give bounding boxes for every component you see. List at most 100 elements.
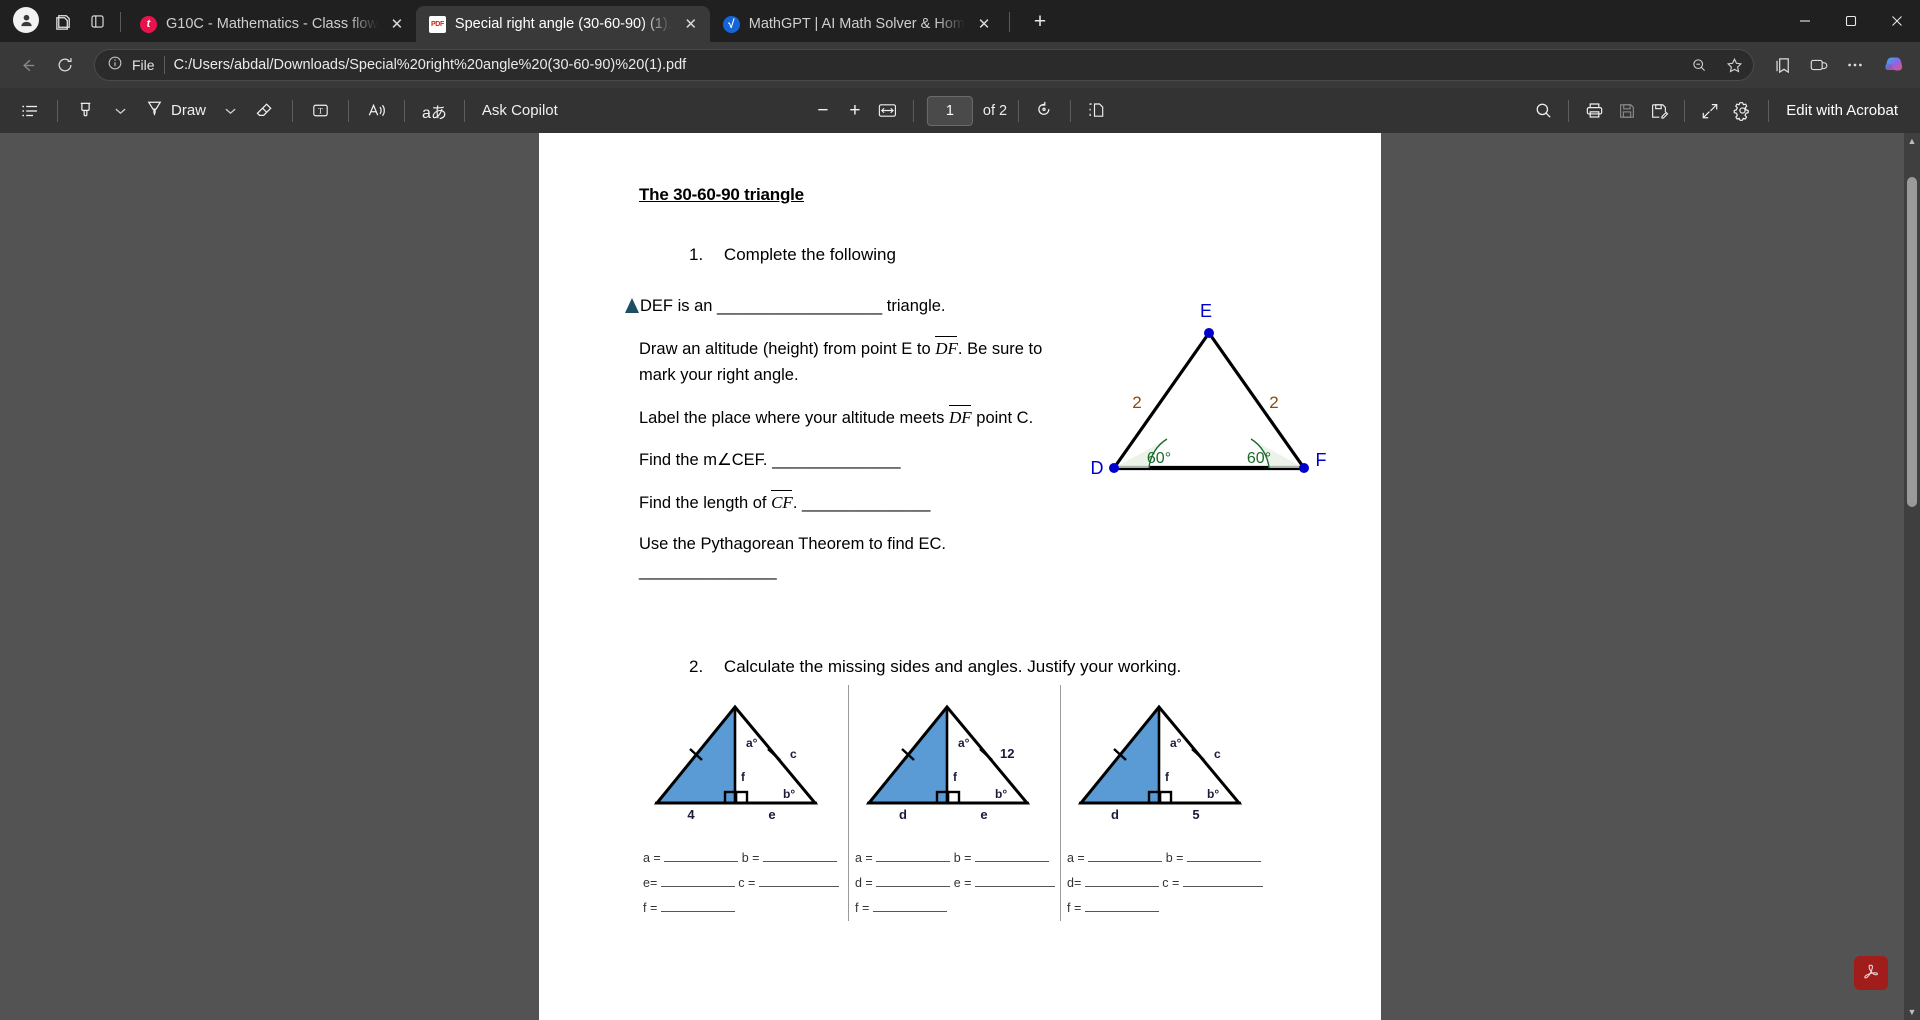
minimize-button[interactable] xyxy=(1782,0,1828,42)
answer-blank[interactable] xyxy=(762,860,837,862)
browser-tab-1[interactable]: PDF Special right angle (30-60-90) (1). … xyxy=(415,6,710,42)
address-url-text[interactable]: C:/Users/abdal/Downloads/Special%20right… xyxy=(174,57,1677,73)
settings-button[interactable] xyxy=(1726,95,1759,127)
maximize-button[interactable] xyxy=(1828,0,1874,42)
rotate-button[interactable] xyxy=(1028,95,1061,127)
answer-blank[interactable] xyxy=(1088,860,1163,862)
page-view-icon xyxy=(1089,103,1104,117)
refresh-button[interactable] xyxy=(48,48,82,82)
answer-row: a = b = xyxy=(643,846,848,871)
workspaces-icon-button[interactable] xyxy=(46,4,80,38)
tab-search-icon-button[interactable] xyxy=(80,4,114,38)
table-of-contents-button[interactable] xyxy=(14,95,46,127)
search-icon xyxy=(1536,103,1551,118)
acrobat-floating-badge[interactable] xyxy=(1854,956,1888,990)
highlighter-button[interactable] xyxy=(69,95,102,127)
star-icon xyxy=(1726,57,1742,72)
question-2-text: Calculate the missing sides and angles. … xyxy=(723,656,1182,676)
tab-close-button[interactable]: ✕ xyxy=(681,14,701,34)
list-icon xyxy=(22,105,37,116)
toolbar-divider xyxy=(404,99,406,122)
rotate-icon xyxy=(1038,101,1050,115)
answer-blank[interactable] xyxy=(660,885,735,887)
answer-blank[interactable] xyxy=(1182,885,1263,887)
answer-blank[interactable] xyxy=(1084,910,1159,912)
answer-label-b: b = xyxy=(953,850,975,865)
highlighter-icon xyxy=(80,102,91,117)
draw-options-button[interactable] xyxy=(214,95,246,127)
scroll-down-button[interactable]: ▼ xyxy=(1904,1004,1920,1020)
page-view-button[interactable] xyxy=(1080,95,1113,127)
q1-line-3-text: Find the m∠CEF. ______________ xyxy=(639,450,901,469)
tab-title: MathGPT | AI Math Solver & Hom xyxy=(748,16,965,32)
answer-blank[interactable] xyxy=(876,860,951,862)
pdf-toolbar-right: Edit with Acrobat xyxy=(1527,95,1906,127)
ask-copilot-button[interactable]: Ask Copilot xyxy=(476,95,564,127)
q1-line-0-blank: __________________ xyxy=(717,297,883,315)
save-icon xyxy=(1620,103,1635,118)
highlighter-options-button[interactable] xyxy=(104,95,136,127)
question-1-heading: 1. Complete the following xyxy=(689,245,1311,265)
save-as-button[interactable] xyxy=(1643,95,1675,127)
tab-close-button[interactable]: ✕ xyxy=(974,14,994,34)
answer-blank[interactable] xyxy=(758,885,839,887)
zoom-indicator-icon[interactable] xyxy=(1686,52,1712,78)
answer-blank[interactable] xyxy=(974,860,1049,862)
back-button[interactable] xyxy=(10,48,44,82)
collections-button[interactable] xyxy=(1766,48,1800,82)
tab-close-button[interactable]: ✕ xyxy=(387,14,407,34)
translate-button[interactable]: aあ xyxy=(416,95,453,127)
fit-to-width-button[interactable] xyxy=(871,95,904,127)
close-window-button[interactable] xyxy=(1874,0,1920,42)
add-favorite-button[interactable] xyxy=(1721,52,1747,78)
triangle-3-label-b: b° xyxy=(1207,787,1219,801)
browser-essentials-button[interactable] xyxy=(1802,48,1836,82)
vertex-f-label: F xyxy=(1316,450,1327,470)
vertex-e-label: E xyxy=(1200,301,1212,321)
copilot-button[interactable] xyxy=(1878,49,1910,81)
triangle-1-tick-right xyxy=(767,747,781,761)
answer-blank[interactable] xyxy=(664,860,739,862)
zoom-in-button[interactable]: + xyxy=(839,95,871,127)
answer-blank[interactable] xyxy=(974,885,1055,887)
close-icon xyxy=(1892,16,1902,26)
read-aloud-icon xyxy=(368,103,385,117)
triangle-3-answers: a = b = d= c = f = xyxy=(1067,846,1273,921)
viewer-scrollbar[interactable]: ▲ ▼ xyxy=(1904,133,1920,1020)
fullscreen-button[interactable] xyxy=(1694,95,1726,127)
read-aloud-button[interactable] xyxy=(360,95,393,127)
print-button[interactable] xyxy=(1578,95,1611,127)
vertex-d-dot xyxy=(1109,463,1119,473)
save-button[interactable] xyxy=(1611,95,1643,127)
profile-avatar-button[interactable] xyxy=(6,0,46,40)
answer-label-e: e= xyxy=(643,875,661,890)
vertex-d-label: D xyxy=(1091,458,1104,478)
browser-tab-0[interactable]: t G10C - Mathematics - Class flow ✕ xyxy=(127,6,416,42)
new-tab-button[interactable]: + xyxy=(1023,5,1057,39)
browser-tab-2[interactable]: √ MathGPT | AI Math Solver & Hom ✕ xyxy=(710,6,1003,42)
answer-blank[interactable] xyxy=(1084,885,1159,887)
info-circle-icon xyxy=(108,56,122,69)
triangle-3-label-a: a° xyxy=(1170,736,1182,750)
search-document-button[interactable] xyxy=(1527,95,1559,127)
settings-and-more-button[interactable] xyxy=(1838,48,1872,82)
scroll-up-button[interactable]: ▲ xyxy=(1904,133,1920,149)
eraser-button[interactable] xyxy=(248,95,281,127)
answer-label-b: b = xyxy=(1165,850,1187,865)
answer-blank[interactable] xyxy=(872,910,947,912)
edit-with-acrobat-button[interactable]: Edit with Acrobat xyxy=(1778,95,1906,127)
draw-button[interactable]: Draw xyxy=(138,95,212,127)
answer-label-d: d = xyxy=(855,875,877,890)
address-bar[interactable]: File C:/Users/abdal/Downloads/Special%20… xyxy=(94,49,1754,81)
answer-blank[interactable] xyxy=(1186,860,1261,862)
triangle-1-right-angle-right xyxy=(734,790,749,804)
answer-blank[interactable] xyxy=(876,885,951,887)
answer-blank[interactable] xyxy=(660,910,735,912)
pdf-toolbar-center: − + 1 of 2 xyxy=(807,95,1113,127)
page-number-input[interactable]: 1 xyxy=(926,95,973,126)
add-text-button[interactable]: T xyxy=(304,95,337,127)
answer-label-d: d= xyxy=(1067,875,1085,890)
zoom-out-button[interactable]: − xyxy=(807,95,839,127)
print-icon xyxy=(1587,103,1603,118)
scrollbar-thumb[interactable] xyxy=(1907,177,1917,507)
